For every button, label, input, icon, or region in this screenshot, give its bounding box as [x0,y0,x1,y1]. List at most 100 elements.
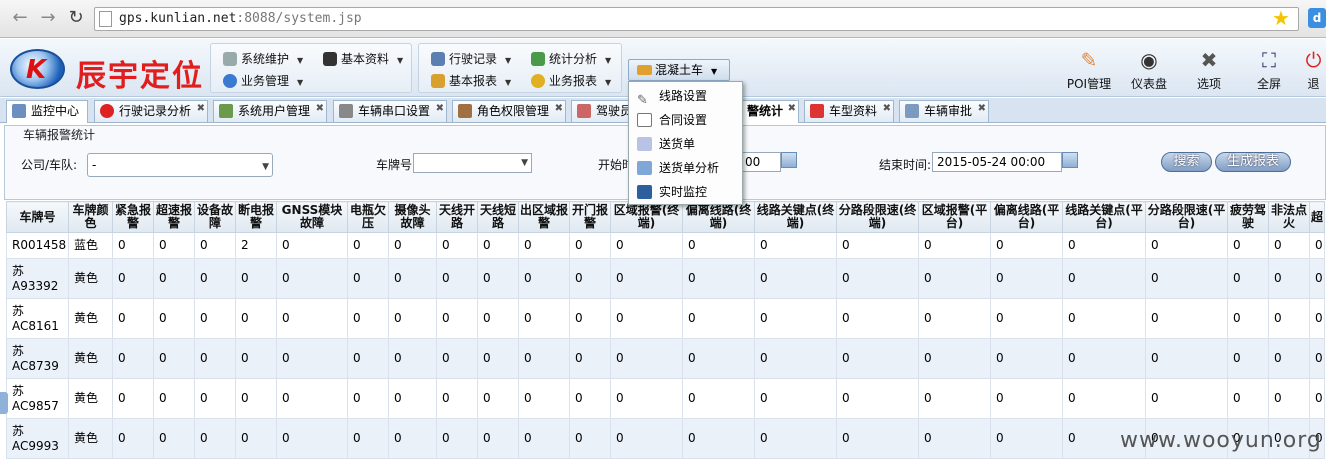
table-row[interactable]: R001458 蓝色 0 0 0 2 0 0 0 0 0 0 0 0 0 0 0 0 0 0 0 0 0 0 [6,232,1326,259]
menu-group-system: 系统维护 ▼ 基本资料 ▼ 业务管理 ▼ [210,43,412,93]
tab-label: 车辆串口设置 [358,104,431,118]
fullscreen-button[interactable]: ⛶ 全屏 [1241,47,1297,93]
column-header: 出区域报警 [518,201,570,233]
tab-serial-settings[interactable]: 车辆串口设置 ✖ [333,100,447,122]
close-icon[interactable]: ✖ [197,99,205,119]
bookmark-star-icon[interactable]: ★ [1272,6,1290,30]
report-icon [431,74,445,88]
table-cell: 0 [990,418,1063,459]
company-select[interactable]: - ▼ [87,153,273,177]
forward-icon[interactable]: → [36,6,60,30]
table-cell: 蓝色 [68,232,113,259]
close-icon[interactable]: ✖ [788,99,796,119]
column-header: 超 [1308,201,1326,233]
tab-drivers[interactable]: 驾驶员 [571,100,632,122]
table-cell: 0 [1145,298,1228,339]
menu-statistics[interactable]: 统计分析 ▼ [531,49,611,69]
back-icon[interactable]: ← [8,6,32,30]
table-cell: 0 [918,418,991,459]
table-cell: 0 [477,378,519,419]
table-row[interactable]: 苏AC9857 黄色 0 0 0 0 0 0 0 0 0 0 0 0 0 0 0 0 0 0 0 0 0 0 [6,378,1326,419]
calendar-icon[interactable] [781,152,797,168]
menu-trip-record[interactable]: 行驶记录 ▼ [431,49,511,69]
table-cell: 0 [1268,232,1310,259]
end-time-input[interactable]: 2015-05-24 00:00 [932,152,1062,172]
menu-item-delivery-analysis[interactable]: 送货单分析 [629,156,742,180]
column-header: 天线短路 [477,201,519,233]
table-row[interactable]: 苏AC8739 黄色 0 0 0 0 0 0 0 0 0 0 0 0 0 0 0 0 0 0 0 0 0 0 [6,338,1326,379]
watermark: www.wooyun.org [1120,428,1322,453]
table-cell: 0 [276,418,348,459]
paperclip-icon: ✎ [637,93,648,108]
close-icon[interactable]: ✖ [978,99,986,119]
column-header: 电瓶欠压 [347,201,389,233]
tab-system-users[interactable]: 系统用户管理 ✖ [213,100,327,122]
table-cell: 0 [836,338,919,379]
menu-basic-data[interactable]: 基本资料 ▼ [323,49,403,69]
table-cell: 0 [918,258,991,299]
chevron-down-icon: ▼ [521,158,528,168]
close-icon[interactable]: ✖ [555,99,563,119]
close-icon[interactable]: ✖ [883,99,891,119]
tab-monitor-center[interactable]: 监控中心 [6,100,88,123]
search-button[interactable]: 搜索 [1161,152,1212,172]
tab-role-permissions[interactable]: 角色权限管理 ✖ [452,100,566,122]
address-bar[interactable]: gps.kunlian.net:8088/system.jsp [94,7,1299,31]
table-cell: 0 [153,298,195,339]
pie-icon [531,74,545,88]
tab-vehicle-models[interactable]: 车型资料 ✖ [804,100,894,122]
table-cell: 黄色 [68,258,113,299]
table-row[interactable]: 苏A93392 黄色 0 0 0 0 0 0 0 0 0 0 0 0 0 0 0 0 0 0 0 0 0 0 [6,258,1326,299]
start-time-input[interactable]: 00 [741,152,781,172]
tab-alarm-stats[interactable]: 警统计 ✖ [742,100,799,123]
table-cell: 0 [990,298,1063,339]
dashboard-button[interactable]: ◉ 仪表盘 [1121,47,1177,93]
document-icon [637,113,652,127]
menu-concrete-truck[interactable]: 混凝土车 ▼ [628,59,730,81]
menu-basic-report[interactable]: 基本报表 ▼ [431,71,511,91]
table-cell: 0 [235,418,277,459]
tab-vehicle-approval[interactable]: 车辆审批 ✖ [899,100,989,122]
reload-icon[interactable]: ↻ [64,6,88,30]
close-icon[interactable]: ✖ [436,99,444,119]
menu-item-label: 合同设置 [659,113,708,127]
table-cell: 0 [388,232,437,259]
table-cell: 0 [918,338,991,379]
menu-item-delivery-note[interactable]: 送货单 [629,132,742,156]
table-row[interactable]: 苏AC8161 黄色 0 0 0 0 0 0 0 0 0 0 0 0 0 0 0 0 0 0 0 0 0 0 [6,298,1326,339]
menu-business-report[interactable]: 业务报表 ▼ [531,71,611,91]
table-cell: 0 [388,378,437,419]
table-cell: 0 [1062,258,1146,299]
menu-label: 基本报表 [449,74,498,88]
table-cell: 0 [112,338,154,379]
table-cell: 0 [276,232,348,259]
table-cell: 0 [518,298,570,339]
table-cell: 0 [1268,298,1310,339]
logo [10,49,65,89]
options-button[interactable]: ✖ 选项 [1181,47,1237,93]
calendar-icon[interactable] [1062,152,1078,168]
menu-item-route-settings[interactable]: ✎ 线路设置 [629,84,742,108]
table-cell: 0 [682,258,755,299]
plate-select[interactable]: ▼ [413,153,532,173]
poi-management-button[interactable]: ✎ POI管理 [1061,47,1117,93]
column-header: 分路段限速(终端) [836,201,919,233]
tool-label: 选项 [1196,77,1221,91]
table-cell: 0 [918,298,991,339]
menu-system-maintenance[interactable]: 系统维护 ▼ [223,49,303,69]
menu-item-realtime-monitor[interactable]: 实时监控 [629,180,742,204]
menu-business-management[interactable]: 业务管理 ▼ [223,71,303,91]
table-cell: 0 [112,232,154,259]
generate-report-button[interactable]: 生成报表 [1215,152,1291,172]
close-icon[interactable]: ✖ [316,99,324,119]
table-cell: 0 [1308,232,1326,259]
tab-trip-analysis[interactable]: 行驶记录分析 ✖ [94,100,208,122]
tools-icon: ✖ [1200,48,1218,72]
alarm-stats-table: 车牌号 车牌颜色 紧急报警 超速报警 设备故障 断电报警 GNSS模块故障 电瓶欠压 摄像头故障… [6,201,1326,459]
logout-button[interactable]: ⏻ 退 [1301,47,1326,93]
extension-icon[interactable]: d [1308,8,1326,28]
menu-item-label: 送货单 [659,137,696,151]
side-collapse-handle[interactable] [0,392,8,414]
menu-item-contract-settings[interactable]: 合同设置 [629,108,742,132]
monitor-icon [12,104,26,118]
